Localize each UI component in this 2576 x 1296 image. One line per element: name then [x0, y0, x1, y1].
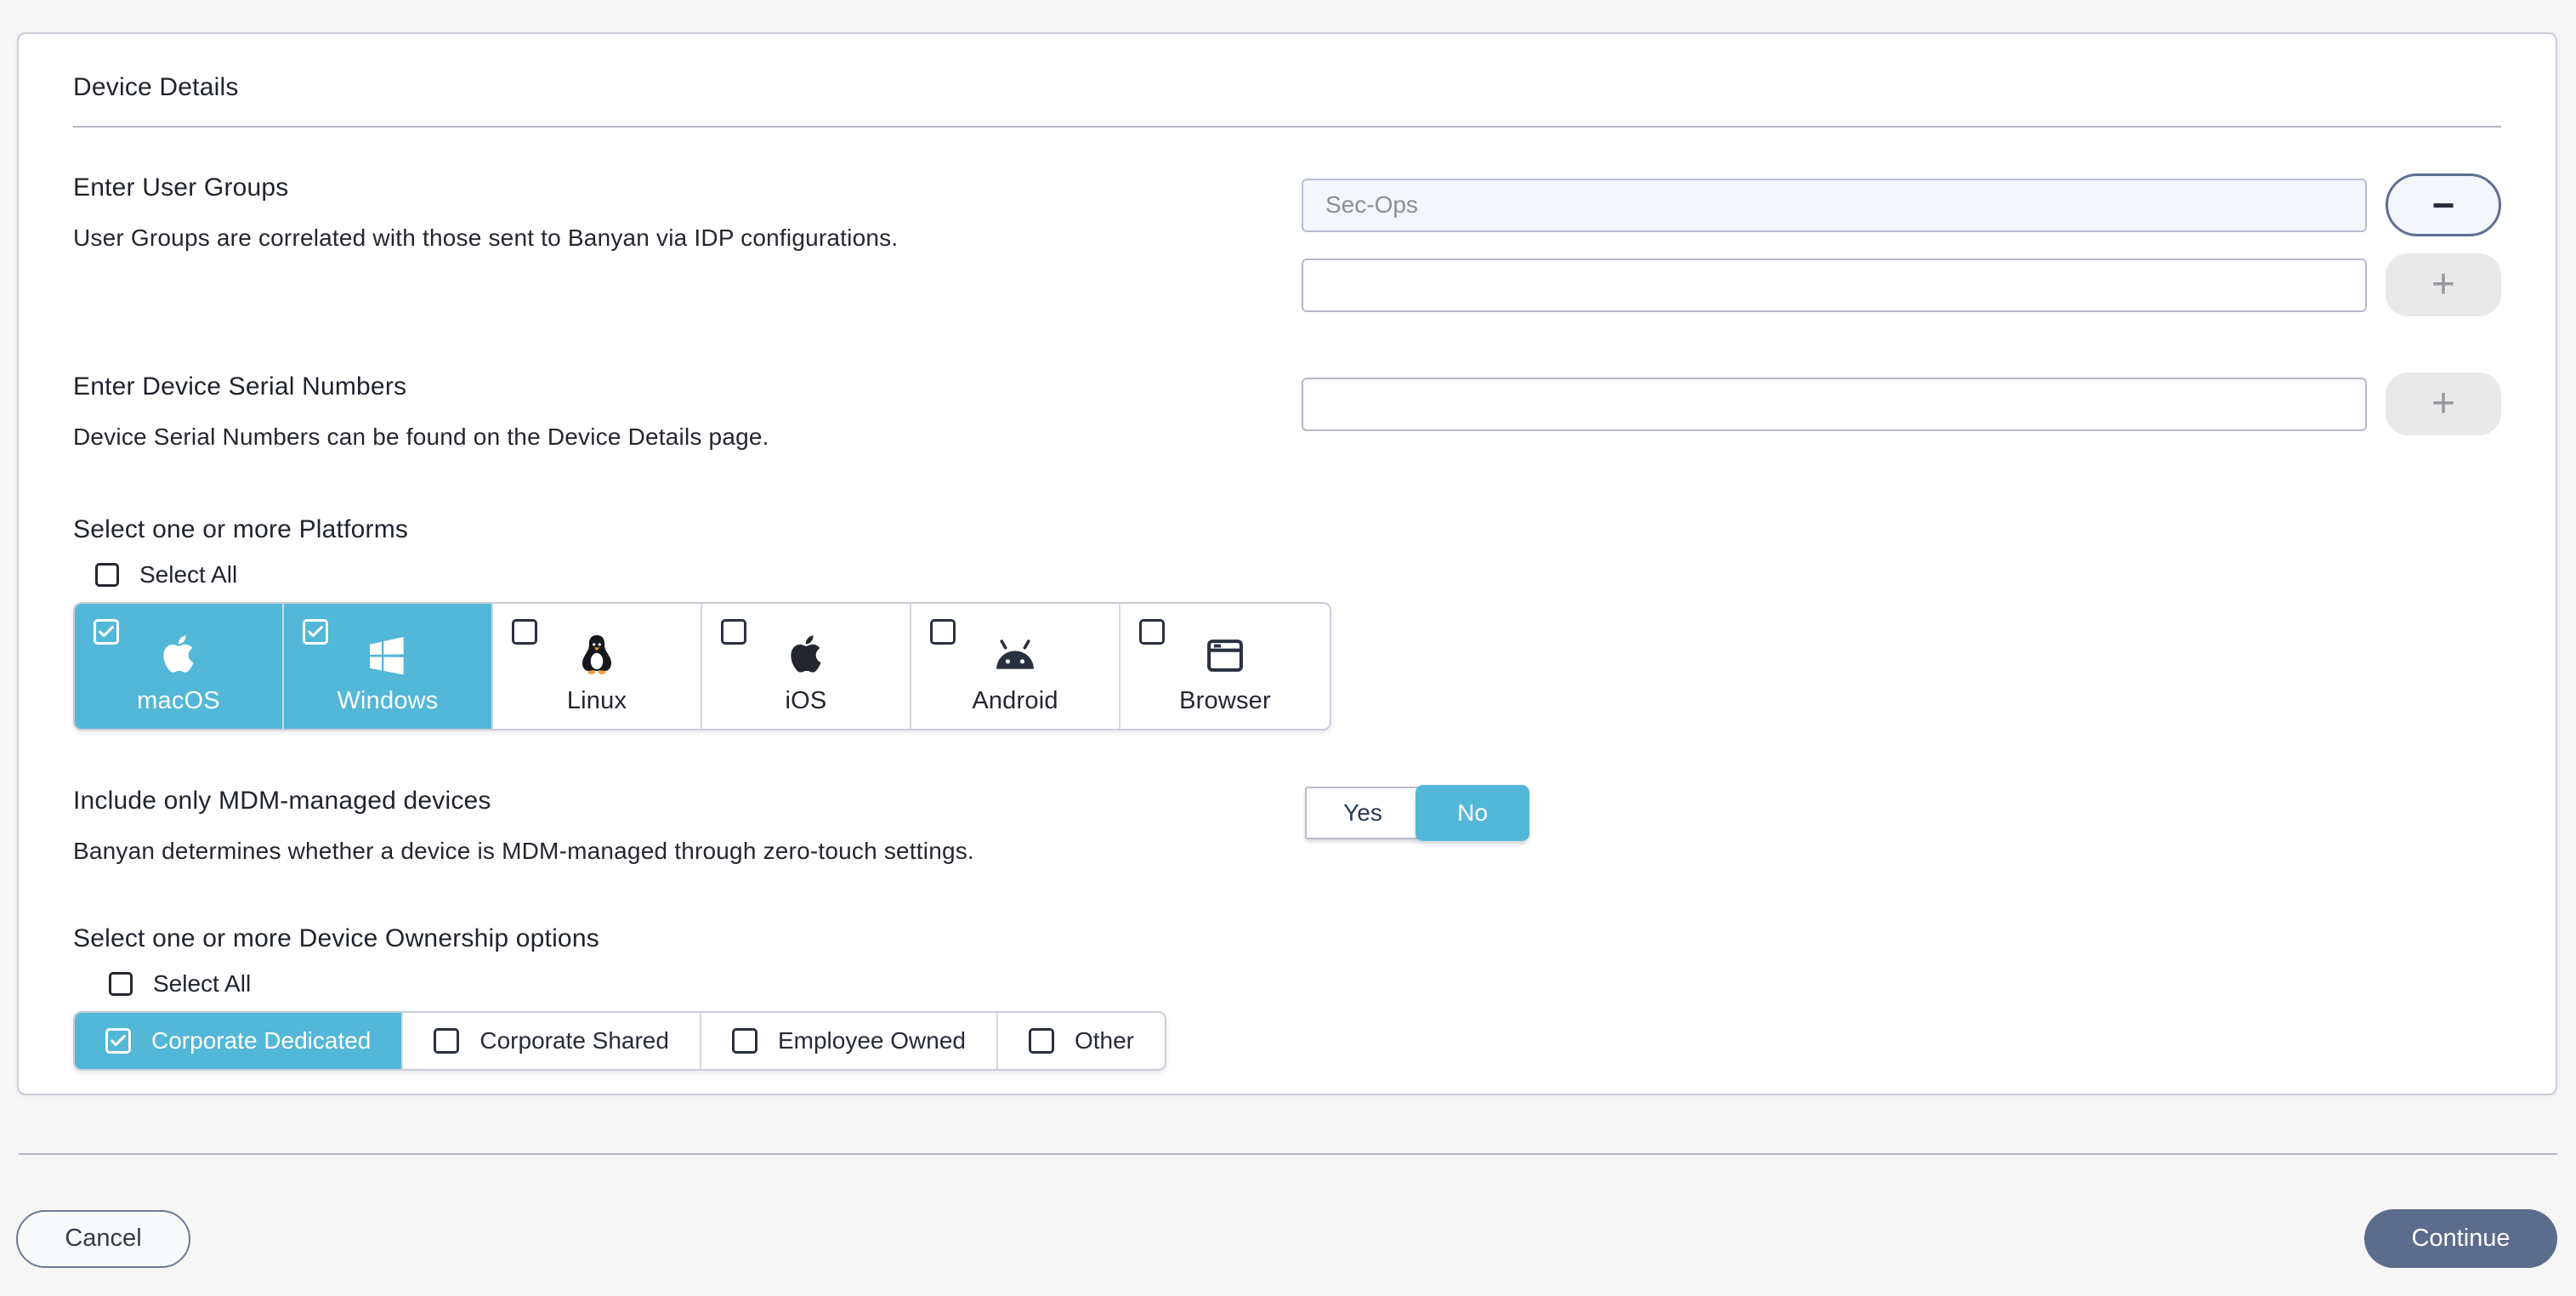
serial-numbers-section: Enter Device Serial Numbers Device Seria…: [73, 372, 2501, 451]
platform-label: macOS: [137, 687, 220, 715]
ownership-checkbox[interactable]: [105, 1028, 131, 1054]
platforms-select-all-label: Select All: [139, 561, 237, 588]
browser-icon: [1202, 629, 1248, 679]
serial-numbers-heading: Enter Device Serial Numbers: [73, 372, 1302, 401]
footer: Cancel Continue: [16, 1209, 2557, 1268]
windows-icon: [364, 629, 411, 679]
ownership-select-all-label: Select All: [153, 970, 251, 998]
platform-checkbox-macos[interactable]: [94, 619, 119, 645]
mdm-heading: Include only MDM-managed devices: [73, 787, 1305, 816]
platform-label: iOS: [786, 687, 827, 715]
mdm-toggle: Yes No: [1305, 787, 1529, 839]
platforms-select-all[interactable]: Select All: [95, 561, 2501, 588]
mdm-toggle-no[interactable]: No: [1416, 785, 1529, 841]
platform-tile-linux[interactable]: Linux: [493, 604, 702, 729]
platforms-select-all-checkbox[interactable]: [95, 563, 119, 587]
platform-tile-group: macOS Windows: [73, 602, 1331, 730]
apple-icon: [156, 629, 201, 679]
user-group-row: −: [1302, 173, 2501, 236]
serial-number-row: +: [1302, 372, 2501, 435]
cancel-button[interactable]: Cancel: [16, 1210, 190, 1268]
platform-label: Android: [972, 687, 1058, 715]
ownership-select-all-checkbox[interactable]: [109, 972, 133, 996]
mdm-toggle-yes[interactable]: Yes: [1305, 787, 1419, 839]
apple-icon: [784, 629, 828, 679]
platform-checkbox-linux[interactable]: [512, 619, 537, 645]
platforms-heading: Select one or more Platforms: [73, 515, 2501, 544]
ownership-label: Corporate Shared: [479, 1027, 669, 1054]
platform-tile-windows[interactable]: Windows: [284, 604, 493, 729]
user-group-input-1[interactable]: [1302, 179, 2367, 232]
ownership-label: Other: [1075, 1027, 1134, 1054]
platform-label: Windows: [337, 687, 438, 715]
serial-number-input[interactable]: [1302, 378, 2367, 431]
ownership-section: Select one or more Device Ownership opti…: [73, 924, 2501, 1071]
platforms-section: Select one or more Platforms Select All …: [73, 515, 2501, 730]
platform-checkbox-android[interactable]: [930, 619, 956, 645]
mdm-section: Include only MDM-managed devices Banyan …: [73, 787, 2501, 865]
platform-label: Linux: [567, 687, 627, 715]
ownership-checkbox[interactable]: [732, 1028, 757, 1054]
platform-checkbox-ios[interactable]: [721, 619, 746, 645]
ownership-select-all[interactable]: Select All: [109, 970, 2501, 998]
platform-tile-ios[interactable]: iOS: [702, 604, 911, 729]
platform-checkbox-windows[interactable]: [303, 619, 328, 645]
ownership-checkbox[interactable]: [434, 1028, 459, 1054]
ownership-heading: Select one or more Device Ownership opti…: [73, 924, 2501, 953]
user-groups-description: User Groups are correlated with those se…: [73, 225, 1302, 252]
ownership-label: Corporate Dedicated: [151, 1027, 371, 1054]
linux-icon: [573, 629, 621, 679]
footer-divider: [19, 1153, 2557, 1155]
platform-checkbox-browser[interactable]: [1139, 619, 1165, 645]
add-serial-number-button[interactable]: +: [2386, 372, 2501, 435]
ownership-option-other[interactable]: Other: [998, 1013, 1165, 1069]
platform-tile-android[interactable]: Android: [911, 604, 1121, 729]
ownership-option-employee-owned[interactable]: Employee Owned: [701, 1013, 998, 1069]
page-title: Device Details: [73, 73, 2501, 102]
add-user-group-button[interactable]: +: [2386, 253, 2501, 316]
mdm-description: Banyan determines whether a device is MD…: [73, 838, 1305, 865]
ownership-option-corporate-dedicated[interactable]: Corporate Dedicated: [75, 1013, 403, 1069]
ownership-checkbox[interactable]: [1029, 1028, 1054, 1054]
serial-numbers-description: Device Serial Numbers can be found on th…: [73, 423, 1302, 451]
platform-label: Browser: [1179, 687, 1271, 715]
ownership-option-corporate-shared[interactable]: Corporate Shared: [403, 1013, 701, 1069]
ownership-option-group: Corporate Dedicated Corporate Shared Emp…: [73, 1011, 1166, 1071]
user-group-row: +: [1302, 253, 2501, 316]
ownership-label: Employee Owned: [778, 1027, 966, 1054]
user-group-input-2[interactable]: [1302, 259, 2367, 312]
remove-user-group-button[interactable]: −: [2386, 173, 2501, 236]
continue-button[interactable]: Continue: [2364, 1209, 2557, 1268]
user-groups-section: Enter User Groups User Groups are correl…: [73, 173, 2501, 316]
android-icon: [989, 629, 1041, 679]
header-divider: [73, 126, 2501, 128]
platform-tile-macos[interactable]: macOS: [75, 604, 284, 729]
platform-tile-browser[interactable]: Browser: [1121, 604, 1330, 729]
device-details-card: Device Details Enter User Groups User Gr…: [17, 32, 2557, 1095]
user-groups-heading: Enter User Groups: [73, 173, 1302, 202]
